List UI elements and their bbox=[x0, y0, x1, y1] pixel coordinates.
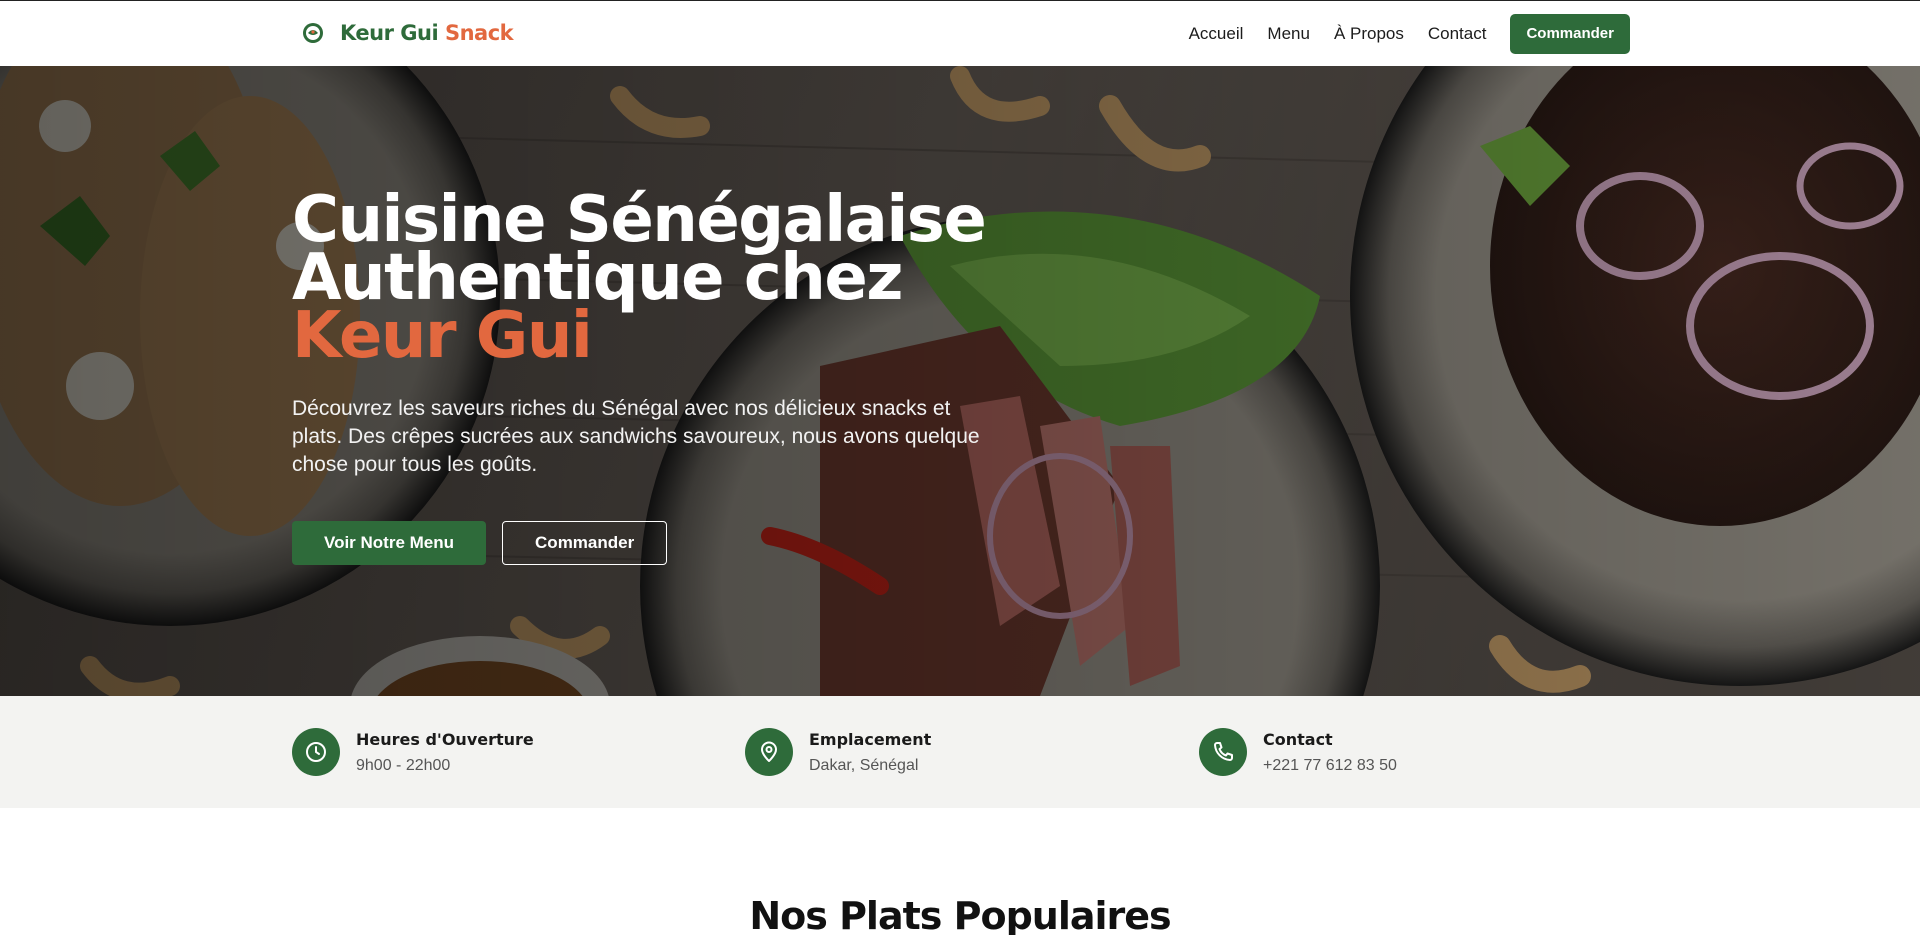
info-hours-value: 9h00 - 22h00 bbox=[356, 756, 451, 774]
logo-icon bbox=[303, 23, 323, 43]
brand-name-part1: Keur Gui bbox=[340, 21, 439, 45]
order-button[interactable]: Commander bbox=[1510, 13, 1630, 54]
nav-link-accueil[interactable]: Accueil bbox=[1189, 24, 1244, 44]
hero-section: Cuisine Sénégalaise Authentique chez Keu… bbox=[0, 66, 1920, 696]
hero-order-button[interactable]: Commander bbox=[502, 521, 668, 565]
map-pin-icon bbox=[745, 728, 793, 776]
navbar: Keur Gui Snack Accueil Menu À Propos Con… bbox=[0, 1, 1920, 66]
info-bar: Heures d'Ouverture 9h00 - 22h00 Emplacem… bbox=[0, 696, 1920, 808]
brand[interactable]: Keur Gui Snack bbox=[300, 18, 514, 48]
popular-dishes-title: Nos Plats Populaires bbox=[749, 894, 1171, 935]
info-hours-title: Heures d'Ouverture bbox=[356, 729, 534, 749]
clock-icon bbox=[292, 728, 340, 776]
page: Keur Gui Snack Accueil Menu À Propos Con… bbox=[0, 0, 1920, 935]
nav-link-contact[interactable]: Contact bbox=[1428, 24, 1487, 44]
nav-link-menu[interactable]: Menu bbox=[1267, 24, 1310, 44]
hero-title: Cuisine Sénégalaise Authentique chez Keu… bbox=[292, 188, 1012, 373]
brand-name-part2: Snack bbox=[444, 21, 514, 45]
info-hours: Heures d'Ouverture 9h00 - 22h00 bbox=[292, 728, 534, 776]
view-menu-button[interactable]: Voir Notre Menu bbox=[292, 521, 487, 565]
brand-name: Keur Gui Snack bbox=[340, 21, 514, 45]
hero-content: Cuisine Sénégalaise Authentique chez Keu… bbox=[292, 188, 1012, 565]
info-location-value: Dakar, Sénégal bbox=[809, 756, 919, 774]
info-contact-title: Contact bbox=[1263, 729, 1333, 749]
info-contact-value: +221 77 612 83 50 bbox=[1263, 756, 1397, 774]
info-location-title: Emplacement bbox=[809, 729, 932, 749]
info-contact: Contact +221 77 612 83 50 bbox=[1199, 728, 1397, 776]
hero-title-accent: Keur Gui bbox=[292, 299, 593, 373]
main-nav: Accueil Menu À Propos Contact Commander bbox=[1189, 1, 1630, 66]
hero-buttons: Voir Notre Menu Commander bbox=[292, 521, 1012, 565]
info-location: Emplacement Dakar, Sénégal bbox=[745, 728, 931, 776]
phone-icon bbox=[1199, 728, 1247, 776]
hero-description: Découvrez les saveurs riches du Sénégal … bbox=[292, 397, 980, 476]
nav-link-a-propos[interactable]: À Propos bbox=[1334, 24, 1404, 44]
